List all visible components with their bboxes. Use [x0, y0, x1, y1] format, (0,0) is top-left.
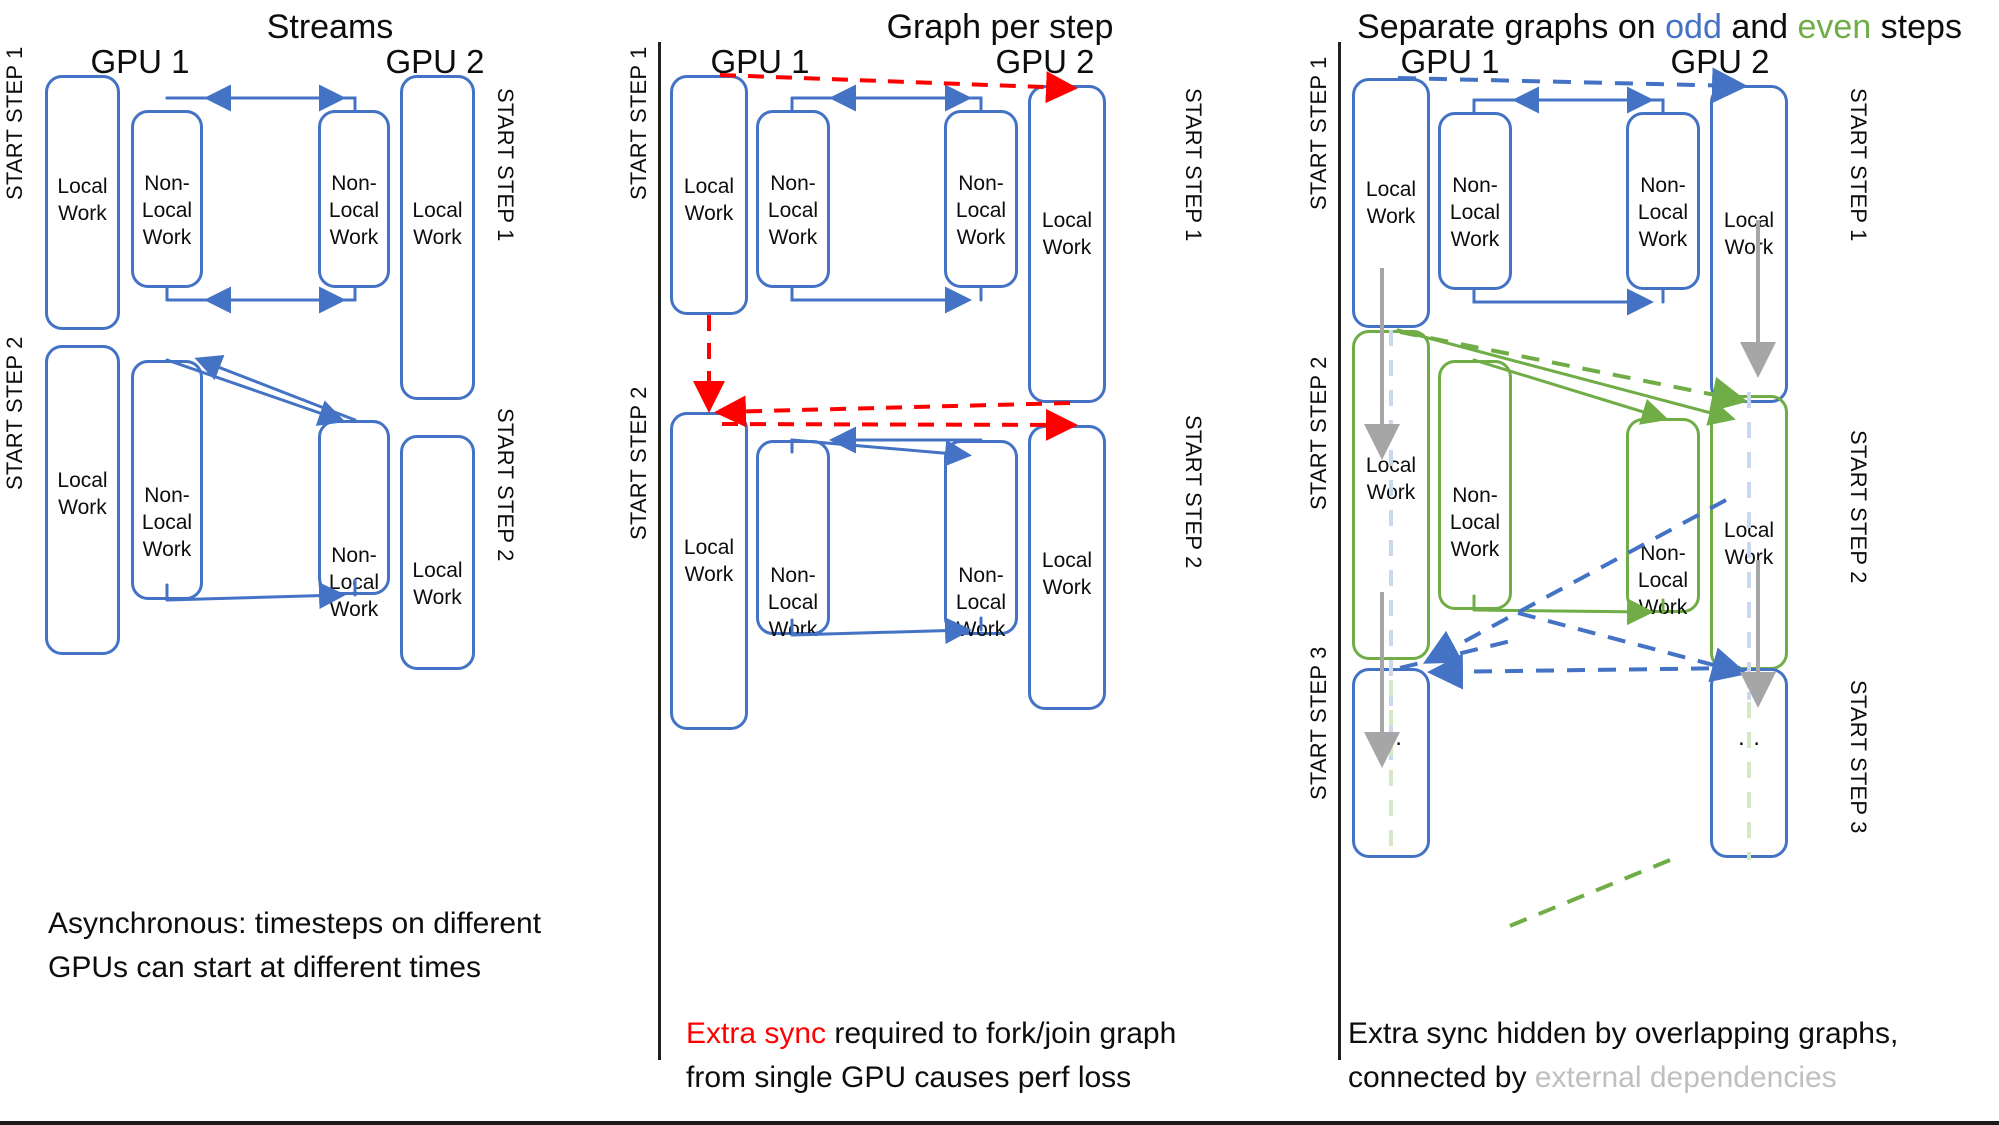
caption-extra-sync: Extra sync: [686, 1017, 827, 1050]
box-label: Local Work: [1041, 209, 1093, 259]
box-local-work: Local Work: [670, 412, 748, 730]
box-label: Non- Local Work: [1637, 542, 1689, 619]
box-nonlocal-work: Non- Local Work: [131, 110, 203, 288]
box-local-work-step3: …: [1352, 668, 1430, 858]
box-local-work: Local Work: [45, 345, 120, 655]
step-label-g2-s1-streams: START STEP 1: [493, 88, 518, 242]
box-nonlocal-work: Non- Local Work: [756, 440, 830, 641]
diagram-root: Streams GPU 1 GPU 2 START STEP 1 START S…: [0, 0, 1999, 1125]
box-nonlocal-work: Non- Local Work: [1438, 112, 1512, 290]
box-nonlocal-work: Non- Local Work: [1626, 112, 1700, 290]
box-label: Non- Local Work: [328, 544, 380, 621]
box-label: Local Work: [412, 199, 463, 249]
panel-graph-per-step: Graph per step GPU 1 GPU 2 START STEP 1 …: [626, 0, 1340, 1121]
box-label: Non- Local Work: [141, 484, 193, 561]
box-nonlocal-work: Non- Local Work: [318, 110, 390, 288]
step-label-g2-s2-gps: START STEP 2: [1181, 415, 1206, 569]
step-label-g2-s1-gps: START STEP 1: [1181, 88, 1206, 242]
box-label: Non- Local Work: [1449, 484, 1501, 561]
box-local-work: Local Work: [1352, 330, 1430, 660]
box-label: Local Work: [1723, 519, 1775, 569]
box-local-work: Local Work: [1352, 78, 1430, 328]
box-local-work: Local Work: [45, 75, 120, 330]
caption-line-1: Extra sync required to fork/join graph: [686, 1012, 1326, 1056]
step-label-g1-s2-sg: START STEP 2: [1306, 356, 1331, 510]
caption-rest: required to fork/join graph: [826, 1017, 1177, 1050]
step-label-g2-s2-streams: START STEP 2: [493, 408, 518, 562]
caption-graph-per-step: Extra sync required to fork/join graph f…: [686, 1012, 1326, 1099]
caption-separate-graphs: Extra sync hidden by overlapping graphs,…: [1348, 1012, 1999, 1099]
box-label: Local Work: [412, 559, 463, 609]
box-label: …: [1379, 724, 1403, 751]
caption-line2-pre: connected by: [1348, 1060, 1535, 1094]
caption-line-2: GPUs can start at different times: [48, 950, 481, 984]
box-nonlocal-work: Non- Local Work: [756, 110, 830, 288]
box-label: Non- Local Work: [141, 172, 193, 249]
box-label: Local Work: [683, 175, 735, 225]
panel-title-streams: Streams: [266, 8, 394, 46]
caption-line-2: from single GPU causes perf loss: [686, 1060, 1132, 1094]
box-nonlocal-work: Non- Local Work: [944, 440, 1018, 641]
box-local-work: Local Work: [1028, 85, 1106, 403]
step-label-g2-s2-sg: START STEP 2: [1846, 430, 1871, 584]
panel-title-separate-graphs: Separate graphs on odd and even steps: [1320, 8, 1999, 47]
box-label: Non- Local Work: [767, 564, 819, 641]
caption-streams: Asynchronous: timesteps on different GPU…: [48, 902, 648, 989]
box-label: Non- Local Work: [1637, 174, 1689, 251]
box-local-work: Local Work: [1710, 85, 1788, 403]
step-label-g2-s1-sg: START STEP 1: [1846, 88, 1871, 242]
caption-external-deps: external dependencies: [1534, 1060, 1837, 1094]
box-label: Non- Local Work: [328, 172, 380, 249]
box-label: Non- Local Work: [955, 564, 1007, 641]
caption-line-2: connected by external dependencies: [1348, 1056, 1999, 1100]
box-nonlocal-work: Non- Local Work: [1438, 360, 1512, 610]
panel-separate-graphs: Separate graphs on odd and even steps GP…: [1306, 0, 1999, 1121]
gpu1-label-sg: GPU 1: [1400, 43, 1500, 80]
box-label: Local Work: [1365, 178, 1417, 228]
gpu2-label-sg: GPU 2: [1670, 43, 1770, 80]
step-label-g1-s1-gps: START STEP 1: [626, 46, 651, 200]
step-label-g1-s2-streams: START STEP 2: [2, 336, 27, 490]
box-nonlocal-work: Non- Local Work: [944, 110, 1018, 288]
panel-streams: Streams GPU 1 GPU 2 START STEP 1 START S…: [0, 0, 660, 1121]
box-local-work: Local Work: [1710, 395, 1788, 670]
box-label: Non- Local Work: [767, 172, 819, 249]
title-pre: Separate graphs on: [1357, 8, 1666, 46]
box-local-work: Local Work: [670, 75, 748, 315]
box-label: Non- Local Work: [1449, 174, 1501, 251]
panel-title-graph-per-step: Graph per step: [886, 8, 1114, 46]
step-label-g1-s3-sg: START STEP 3: [1306, 646, 1331, 800]
title-mid: and: [1721, 8, 1798, 46]
box-label: Local Work: [1365, 454, 1417, 504]
title-even: even: [1797, 8, 1872, 46]
box-local-work-step3: …: [1710, 668, 1788, 858]
gpu2-label-gps: GPU 2: [995, 43, 1095, 80]
gpu1-label-gps: GPU 1: [710, 43, 810, 80]
step-label-g1-s1-sg: START STEP 1: [1306, 56, 1331, 210]
title-post: steps: [1871, 8, 1962, 46]
caption-line-1: Extra sync hidden by overlapping graphs,: [1348, 1017, 1899, 1050]
box-label: Local Work: [57, 469, 108, 519]
box-local-work: Local Work: [400, 75, 475, 400]
box-nonlocal-work: Non- Local Work: [131, 360, 203, 600]
step-label-g1-s1-streams: START STEP 1: [2, 46, 27, 200]
box-label: Local Work: [683, 536, 735, 586]
box-local-work: Local Work: [1028, 425, 1106, 710]
box-nonlocal-work: Non- Local Work: [1626, 418, 1700, 619]
box-nonlocal-work: Non- Local Work: [318, 420, 390, 621]
box-local-work: Local Work: [400, 435, 475, 670]
step-label-g1-s2-gps: START STEP 2: [626, 386, 651, 540]
caption-line-1: Asynchronous: timesteps on different: [48, 907, 542, 940]
box-label: Non- Local Work: [955, 172, 1007, 249]
title-odd: odd: [1665, 8, 1722, 46]
box-label: …: [1737, 724, 1761, 751]
box-label: Local Work: [57, 175, 108, 225]
box-label: Local Work: [1723, 209, 1775, 259]
box-label: Local Work: [1041, 549, 1093, 599]
step-label-g2-s3-sg: START STEP 3: [1846, 680, 1871, 834]
